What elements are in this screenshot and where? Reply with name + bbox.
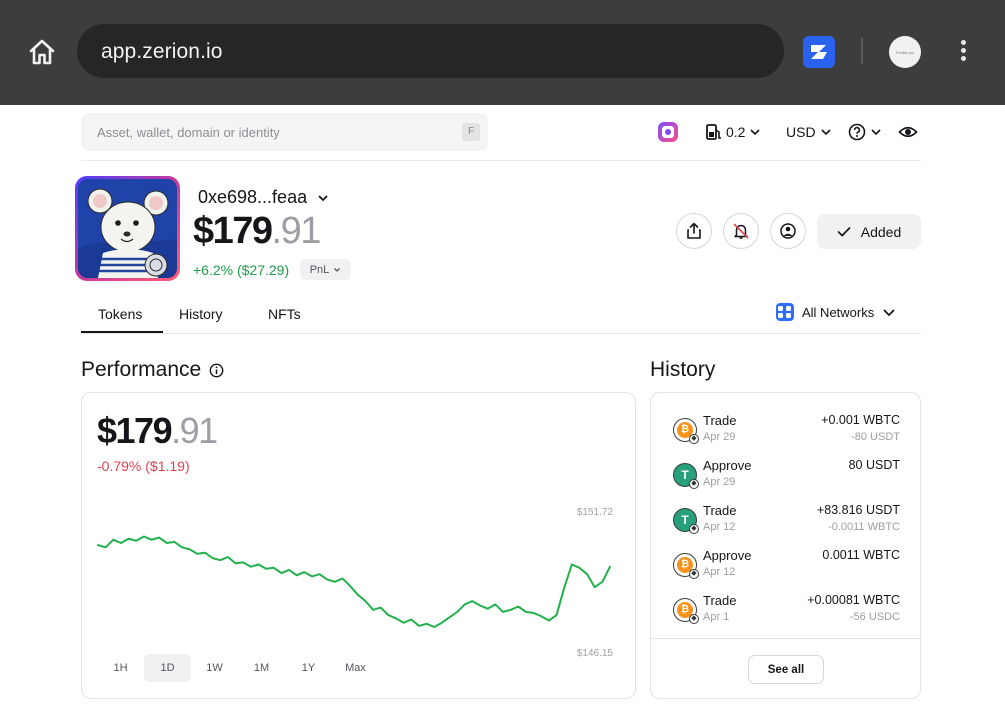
tab-nfts[interactable]: NFTs — [268, 306, 301, 322]
history-date: Apr 1 — [703, 611, 730, 623]
added-label: Added — [860, 223, 902, 240]
tether-icon: T ◆ — [673, 463, 699, 489]
history-amount: 0.0011 WBTC — [822, 548, 900, 562]
bitcoin-icon: ₿ ◆ — [673, 598, 699, 624]
history-row[interactable]: ₿ ◆ Trade Apr 29 +0.001 WBTC -80 USDT — [651, 413, 922, 457]
browser-chrome: app.zerion.io Profile pic — [0, 0, 1005, 105]
share-button[interactable] — [676, 213, 712, 249]
currency-selector[interactable]: USD — [786, 122, 832, 142]
wallet-avatar[interactable] — [75, 176, 180, 281]
history-type: Trade — [703, 593, 737, 608]
help-icon — [848, 123, 866, 141]
search-placeholder: Asset, wallet, domain or identity — [97, 125, 280, 140]
performance-chart[interactable] — [82, 393, 635, 698]
notifications-button[interactable] — [723, 213, 759, 249]
history-amount: 80 USDT — [848, 458, 900, 472]
history-row[interactable]: T ◆ Trade Apr 12 +83.816 USDT -0.0011 WBT… — [651, 503, 922, 547]
rewards-icon[interactable] — [658, 122, 678, 142]
history-type: Trade — [703, 413, 737, 428]
networks-icon — [776, 303, 794, 321]
info-icon[interactable] — [209, 363, 224, 378]
bitcoin-icon: ₿ ◆ — [673, 553, 699, 579]
mouse-nft-image — [78, 179, 177, 278]
added-button[interactable]: Added — [817, 214, 921, 249]
history-date: Apr 29 — [703, 431, 736, 443]
profile-avatar-text: Profile pic — [896, 49, 914, 55]
bitcoin-icon: ₿ ◆ — [673, 418, 699, 444]
wallet-balance: $179.91 — [193, 210, 322, 253]
range-1h[interactable]: 1H — [97, 654, 144, 682]
gas-value: 0.2 — [726, 124, 746, 140]
history-date: Apr 12 — [703, 566, 736, 578]
help-menu[interactable] — [848, 122, 882, 142]
history-row[interactable]: ₿ ◆ Approve Apr 12 0.0011 WBTC — [651, 548, 922, 592]
chevron-down-icon — [750, 129, 761, 136]
history-amount: +0.00081 WBTC — [807, 593, 900, 607]
history-sub-amount: -0.0011 WBTC — [828, 521, 900, 533]
url-text: app.zerion.io — [101, 40, 223, 63]
performance-series-line — [97, 535, 611, 628]
share-icon — [687, 222, 701, 239]
pnl-label: PnL — [309, 263, 330, 276]
gas-selector[interactable]: 0.2 — [706, 122, 761, 142]
network-selector[interactable]: All Networks — [776, 303, 896, 321]
wallet-balance-whole: $179 — [193, 210, 273, 252]
chevron-down-icon — [318, 194, 328, 201]
wallet-address-selector[interactable]: 0xe698...feaa — [198, 187, 329, 208]
currency-value: USD — [786, 124, 816, 140]
tether-icon: T ◆ — [673, 508, 699, 534]
history-type: Approve — [703, 548, 752, 563]
bell-off-icon — [733, 223, 749, 239]
history-row[interactable]: ₿ ◆ Trade Apr 1 +0.00081 WBTC -56 USDC — [651, 593, 922, 637]
network-selector-label: All Networks — [802, 304, 875, 320]
check-icon — [837, 226, 851, 236]
home-icon[interactable] — [26, 36, 58, 68]
wallet-balance-decimal: .91 — [271, 210, 322, 252]
history-type: Trade — [703, 503, 737, 518]
search-shortcut-key: F — [462, 123, 480, 141]
profile-avatar[interactable]: Profile pic — [889, 36, 921, 68]
performance-title: Performance — [81, 358, 224, 382]
wallet-change: +6.2% ($27.29) — [193, 262, 290, 278]
chevron-down-icon — [820, 129, 831, 136]
tab-history[interactable]: History — [179, 306, 223, 322]
performance-card: $179.91 -0.79% ($1.19) $151.72 $146.15 1… — [81, 392, 636, 699]
chevron-down-icon — [871, 129, 881, 136]
history-date: Apr 12 — [703, 521, 736, 533]
address-bar[interactable]: app.zerion.io — [77, 24, 784, 78]
range-1d[interactable]: 1D — [144, 654, 191, 682]
gas-pump-icon — [706, 124, 721, 140]
wallet-address: 0xe698...feaa — [198, 187, 308, 207]
chevron-down-icon — [883, 308, 895, 316]
tab-active-indicator — [81, 331, 163, 333]
history-sub-amount: -80 USDT — [851, 431, 900, 443]
history-type: Approve — [703, 458, 752, 473]
zerion-extension-icon[interactable] — [803, 36, 835, 68]
history-amount: +83.816 USDT — [816, 503, 900, 517]
range-max[interactable]: Max — [332, 654, 379, 682]
pnl-button[interactable]: PnL — [300, 259, 351, 280]
range-1y[interactable]: 1Y — [285, 654, 332, 682]
search-input[interactable]: Asset, wallet, domain or identity F — [81, 113, 488, 151]
more-menu-icon[interactable] — [954, 38, 972, 66]
performance-title-text: Performance — [81, 358, 202, 381]
history-amount: +0.001 WBTC — [821, 413, 900, 427]
chevron-down-icon — [334, 267, 341, 272]
toolbar-divider — [861, 38, 863, 64]
see-all-button[interactable]: See all — [748, 655, 824, 684]
profile-swap-icon — [780, 223, 796, 239]
range-1m[interactable]: 1M — [238, 654, 285, 682]
history-date: Apr 29 — [703, 476, 736, 488]
history-card: ₿ ◆ Trade Apr 29 +0.001 WBTC -80 USDT T ◆ … — [650, 392, 921, 699]
history-sub-amount: -56 USDC — [849, 611, 900, 623]
topbar-divider — [81, 160, 921, 161]
history-row[interactable]: T ◆ Approve Apr 29 80 USDT — [651, 458, 922, 502]
range-1w[interactable]: 1W — [191, 654, 238, 682]
history-title: History — [650, 358, 716, 381]
tab-tokens[interactable]: Tokens — [98, 306, 142, 322]
history-divider — [651, 638, 920, 639]
hide-balance-icon[interactable] — [898, 122, 918, 142]
watchlist-button[interactable] — [770, 213, 806, 249]
time-range-selector: 1H 1D 1W 1M 1Y Max — [97, 654, 379, 682]
